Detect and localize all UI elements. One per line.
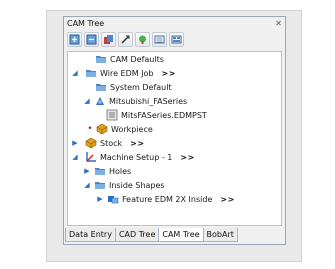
tab-cad-tree[interactable]: CAD Tree: [114, 228, 160, 242]
tree-node-label: System Default: [110, 82, 172, 92]
feature-icon: [108, 196, 119, 204]
tree-node-label: Inside Shapes: [109, 180, 165, 190]
toolbar: [67, 32, 184, 48]
list-button[interactable]: [152, 32, 167, 47]
panel-titlebar: CAM Tree ✕: [64, 17, 285, 30]
tab-data-entry[interactable]: Data Entry: [65, 228, 116, 242]
tree-node-system-default[interactable]: System Default: [95, 80, 172, 94]
panel-title: CAM Tree: [67, 19, 105, 28]
tree-node-feature-edm[interactable]: ▶ Feature EDM 2X Inside >>: [96, 192, 235, 206]
tree-node-label: Stock: [100, 138, 123, 148]
delete-icon: [121, 35, 130, 44]
tree-node-stock[interactable]: ▶ Stock >>: [71, 136, 145, 150]
expand-arrow-icon[interactable]: ▶: [96, 195, 104, 203]
expand-tree-button[interactable]: [67, 32, 82, 47]
collapse-arrow-icon[interactable]: ◢: [71, 69, 79, 77]
tab-cam-tree[interactable]: CAM Tree: [158, 228, 204, 242]
tool-icon: [139, 35, 146, 44]
tree-node-label: Machine Setup - 1: [100, 152, 173, 162]
workpiece-icon: [96, 123, 108, 135]
collapse-arrow-icon[interactable]: ◢: [71, 153, 79, 161]
tab-bobart[interactable]: BobArt: [202, 228, 238, 242]
close-icon[interactable]: ✕: [275, 19, 282, 28]
tree-node-label: Workpiece: [111, 124, 153, 134]
properties-icon: [171, 35, 182, 44]
tool-button[interactable]: [135, 32, 150, 47]
collapse-arrow-icon[interactable]: ◢: [83, 181, 91, 189]
folder-icon: [96, 56, 106, 63]
tree-node-wire-edm-job[interactable]: ◢ Wire EDM Job >>: [71, 66, 176, 80]
folder-icon: [86, 70, 96, 77]
tree-node-label: Wire EDM Job: [100, 68, 154, 78]
tree-node-machine-setup[interactable]: ◢ Machine Setup - 1 >>: [71, 150, 195, 164]
folder-icon: [95, 182, 105, 189]
cam-tree-panel: CAM Tree ✕ CAM Defaults ◢ Wire EDM Job >…: [63, 16, 286, 245]
machine-icon: [96, 97, 104, 105]
tree-node-label: Mitsubishi_FASeries: [109, 96, 188, 106]
expand-arrow-icon[interactable]: ▶: [71, 139, 79, 147]
more-indicator[interactable]: >>: [220, 195, 234, 204]
tree-node-post-file[interactable]: MitsFASeries.EDMPST: [106, 108, 207, 122]
expand-arrow-icon[interactable]: ▶: [83, 167, 91, 175]
folder-icon: [95, 168, 105, 175]
status-marker-icon: •: [87, 124, 93, 134]
cam-tree-view[interactable]: CAM Defaults ◢ Wire EDM Job >> System De…: [67, 51, 282, 226]
tree-node-label: MitsFASeries.EDMPST: [121, 110, 207, 120]
more-indicator[interactable]: >>: [180, 153, 194, 162]
tree-node-mitsubishi-faseries[interactable]: ◢ Mitsubishi_FASeries: [83, 94, 187, 108]
tree-node-workpiece[interactable]: • Workpiece: [86, 122, 153, 136]
post-file-icon: [106, 109, 118, 121]
tree-node-inside-shapes[interactable]: ◢ Inside Shapes: [83, 178, 165, 192]
expand-tree-icon: [69, 34, 80, 45]
list-icon: [154, 35, 165, 44]
delete-button[interactable]: [118, 32, 133, 47]
machine-setup-icon: [86, 152, 96, 162]
collapse-arrow-icon[interactable]: ◢: [83, 97, 91, 105]
tree-node-holes[interactable]: ▶ Holes: [83, 164, 131, 178]
collapse-tree-button[interactable]: [84, 32, 99, 47]
properties-button[interactable]: [169, 32, 184, 47]
tree-node-label: Feature EDM 2X Inside: [122, 194, 213, 204]
tree-node-cam-defaults[interactable]: CAM Defaults: [95, 52, 164, 66]
stock-icon: [85, 137, 97, 149]
copy-icon: [104, 35, 113, 44]
more-indicator[interactable]: >>: [162, 69, 176, 78]
tree-node-label: CAM Defaults: [110, 54, 164, 64]
copy-button[interactable]: [101, 32, 116, 47]
panel-tabs: Data Entry CAD Tree CAM Tree BobArt: [65, 228, 238, 242]
collapse-tree-icon: [86, 34, 97, 45]
more-indicator[interactable]: >>: [130, 139, 144, 148]
tree-node-label: Holes: [109, 166, 132, 176]
folder-icon: [96, 84, 106, 91]
